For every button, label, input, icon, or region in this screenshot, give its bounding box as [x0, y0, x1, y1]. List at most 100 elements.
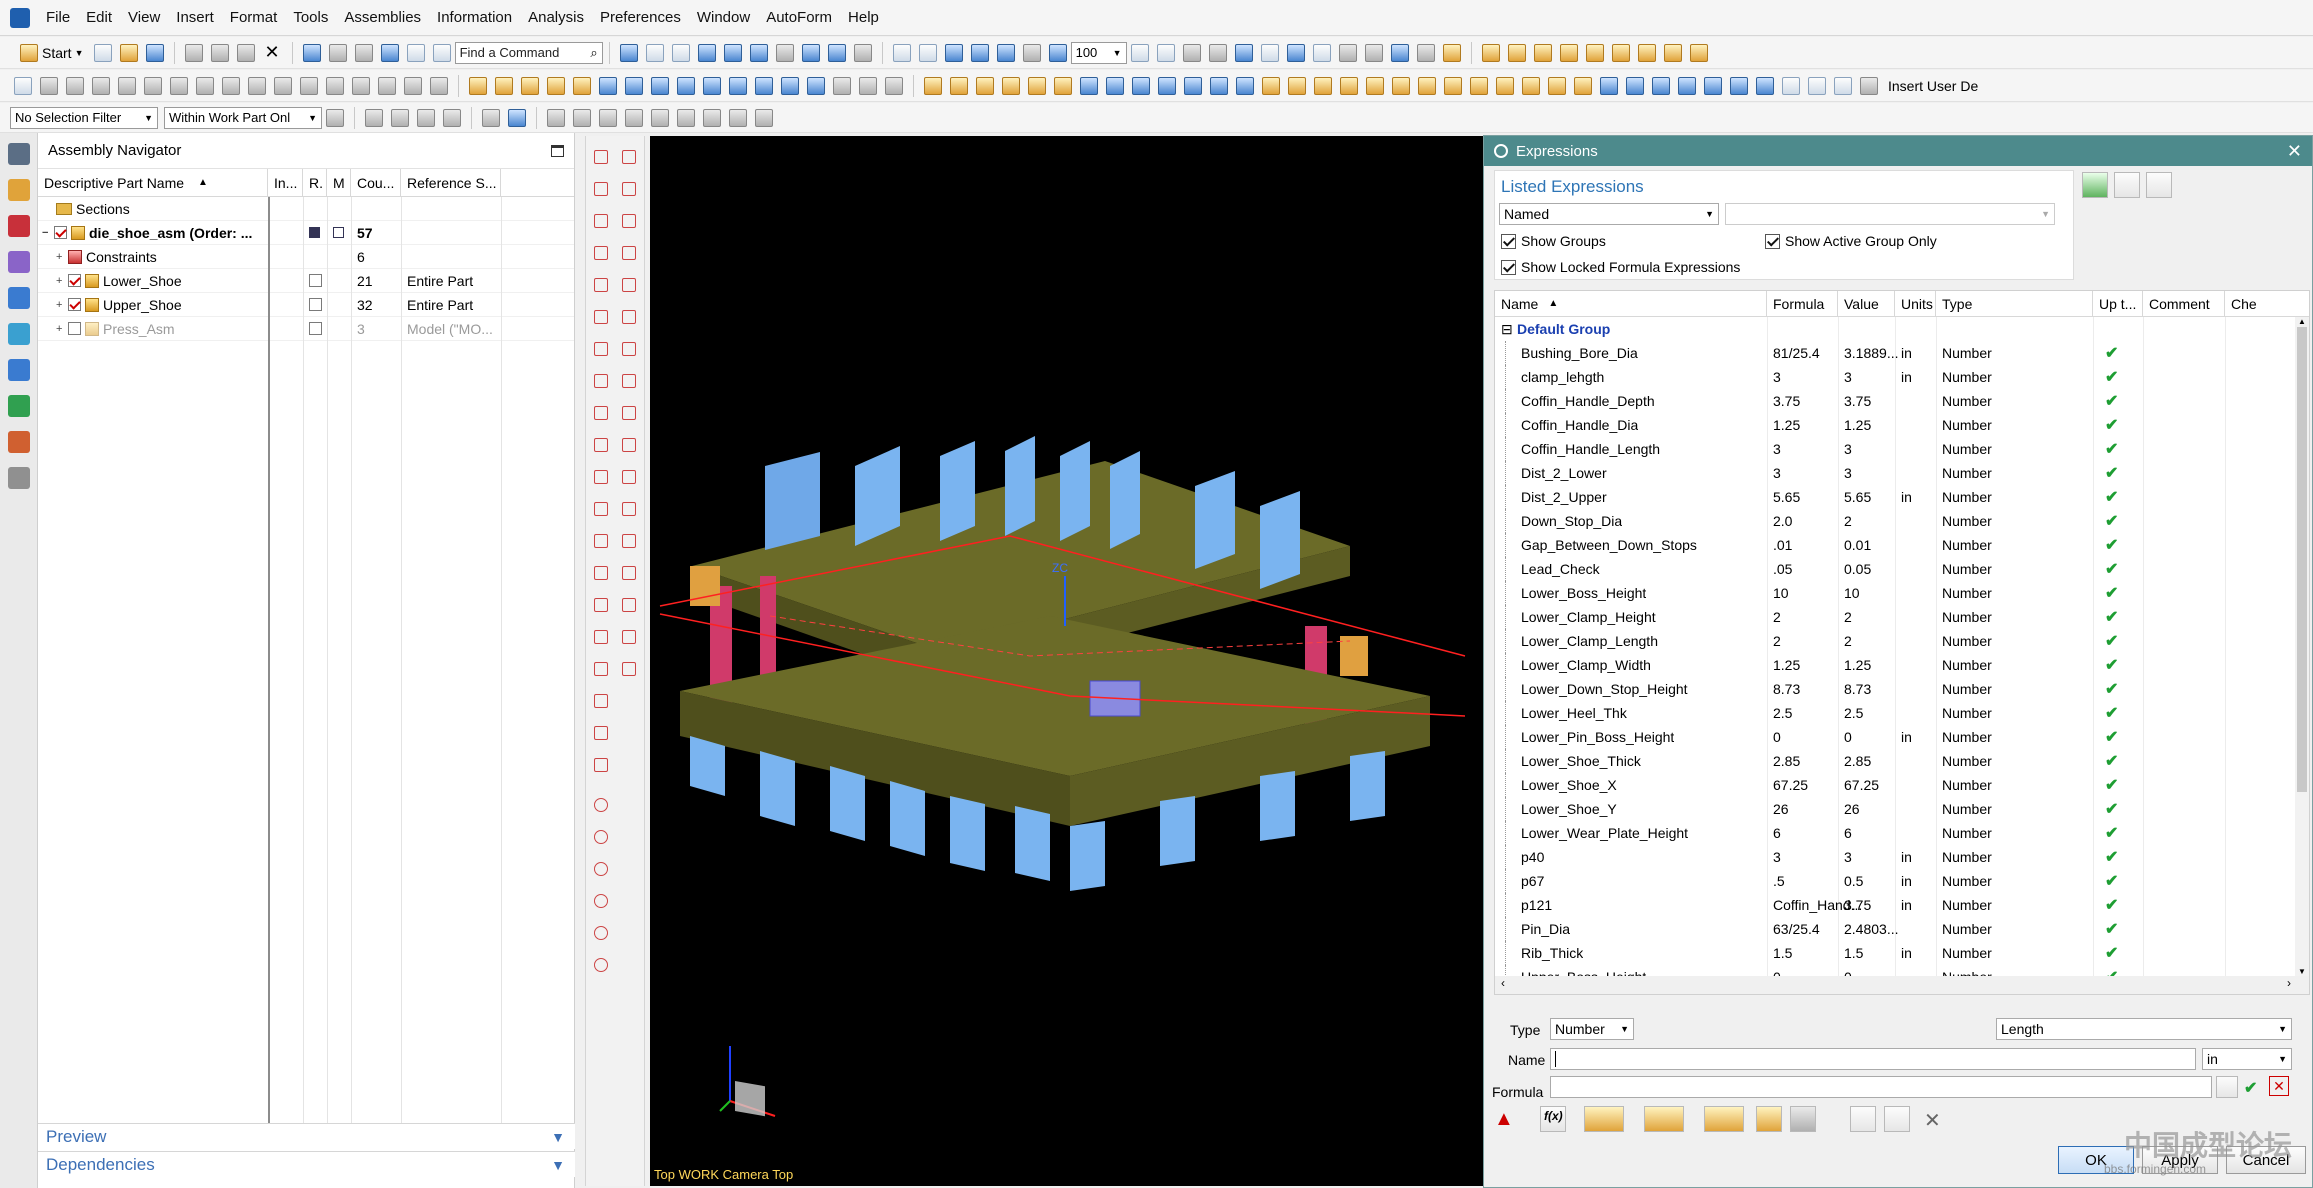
vtool-icon[interactable] [594, 566, 608, 580]
assembly-navigator-tab-icon[interactable] [8, 179, 30, 201]
export-expressions-icon[interactable] [2114, 172, 2140, 198]
column-header-read-only[interactable]: R. [303, 169, 327, 196]
vtool-icon[interactable] [594, 310, 608, 324]
select-features-icon[interactable] [391, 108, 409, 127]
assembly-icon-1[interactable] [1481, 43, 1500, 62]
edit-interpart-icon[interactable] [1884, 1106, 1910, 1132]
circle-icon[interactable] [118, 76, 136, 95]
expression-row[interactable]: Lower_Shoe_Thick 2.85 2.85 Number ✔ [1495, 749, 2295, 773]
constraint-icon[interactable] [196, 76, 214, 95]
menu-view[interactable]: View [128, 9, 160, 26]
section-view-icon[interactable] [827, 43, 846, 62]
collapse-up-icon[interactable]: ▲ [1494, 1108, 1514, 1131]
menu-format[interactable]: Format [230, 9, 278, 26]
reuse-library-tab-icon[interactable] [8, 287, 30, 309]
assembly-icon-7[interactable] [1637, 43, 1656, 62]
insert-user-defined-button[interactable]: Insert User De [1888, 78, 1978, 94]
navigator-row-lower-shoe[interactable]: + Lower_Shoe 21 Entire Part [38, 269, 574, 293]
vtool-icon[interactable] [594, 182, 608, 196]
menu-tools[interactable]: Tools [293, 9, 328, 26]
dimension-select[interactable]: Length ▼ [1996, 1018, 2292, 1040]
vtool-icon[interactable] [622, 374, 636, 388]
snap-point-on-curve-icon[interactable] [547, 108, 565, 127]
open-file-icon[interactable] [1756, 1106, 1782, 1132]
copy-display-icon[interactable] [406, 43, 425, 62]
show-groups-checkbox[interactable]: Show Groups [1501, 233, 1606, 249]
measure-angle-icon[interactable] [1364, 43, 1383, 62]
show-locked-formula-checkbox[interactable]: Show Locked Formula Expressions [1501, 259, 1740, 275]
expand-icon[interactable]: + [56, 251, 68, 263]
expression-row[interactable]: Lower_Wear_Plate_Height 6 6 Number ✔ [1495, 821, 2295, 845]
mirror-curve-icon[interactable] [274, 76, 292, 95]
tube-icon[interactable] [1366, 76, 1384, 95]
menu-edit[interactable]: Edit [86, 9, 112, 26]
menu-preferences[interactable]: Preferences [600, 9, 681, 26]
delete-icon[interactable]: ✕ [265, 42, 280, 63]
vtool-circle-icon[interactable] [594, 862, 608, 876]
vtool-icon[interactable] [594, 150, 608, 164]
studio-surface-icon[interactable] [1522, 76, 1540, 95]
sphere-icon[interactable] [1340, 76, 1358, 95]
swept-icon[interactable] [1444, 76, 1462, 95]
expression-row[interactable]: Lower_Clamp_Height 2 2 Number ✔ [1495, 605, 2295, 629]
vtool-icon[interactable] [622, 566, 636, 580]
expression-row[interactable]: Dist_2_Upper 5.65 5.65 in Number ✔ [1495, 485, 2295, 509]
unite-icon[interactable] [599, 76, 617, 95]
expression-row[interactable]: Lead_Check .05 0.05 Number ✔ [1495, 557, 2295, 581]
navigator-row-constraints[interactable]: + Constraints 6 [38, 245, 574, 269]
render-style-icon[interactable] [749, 43, 768, 62]
pattern-feature-icon[interactable] [924, 76, 942, 95]
expand-icon[interactable]: + [56, 323, 68, 335]
table-icon[interactable] [892, 43, 911, 62]
navigator-row-sections[interactable]: Sections [38, 197, 574, 221]
accept-edit-icon[interactable]: ✔ [2244, 1078, 2257, 1098]
through-curves-icon[interactable] [1470, 76, 1488, 95]
shell-icon[interactable] [781, 76, 799, 95]
repeat-command-icon[interactable] [354, 43, 373, 62]
process-studio-tab-icon[interactable] [8, 395, 30, 417]
spreadsheet-edit-icon[interactable] [2082, 172, 2108, 198]
zoom-level-select[interactable]: 100 ▼ [1070, 41, 1127, 64]
expression-row[interactable]: p121 Coffin_Hand... 3.75 in Number ✔ [1495, 893, 2295, 917]
vtool-icon[interactable] [622, 406, 636, 420]
system-scenes-tab-icon[interactable] [8, 467, 30, 489]
expression-row[interactable]: Lower_Pin_Boss_Height 0 0 in Number ✔ [1495, 725, 2295, 749]
measure-distance-icon[interactable] [1338, 43, 1357, 62]
menu-autoform[interactable]: AutoForm [766, 9, 832, 26]
rotate-icon[interactable] [697, 43, 716, 62]
horizontal-scrollbar[interactable]: ‹ › [1495, 976, 2309, 994]
replace-face-icon[interactable] [1028, 76, 1046, 95]
expression-row[interactable]: Lower_Shoe_Y 26 26 Number ✔ [1495, 797, 2295, 821]
vtool-icon[interactable] [622, 438, 636, 452]
subtract-icon[interactable] [625, 76, 643, 95]
expression-row[interactable]: Coffin_Handle_Length 3 3 Number ✔ [1495, 437, 2295, 461]
show-hide-icon[interactable] [1286, 43, 1305, 62]
dimension-icon[interactable] [404, 76, 422, 95]
group-row-default[interactable]: ⊟ Default Group [1495, 317, 2295, 341]
vtool-icon[interactable] [622, 502, 636, 516]
open-icon[interactable] [119, 43, 138, 62]
table-settings-icon[interactable] [1790, 1106, 1816, 1132]
menu-help[interactable]: Help [848, 9, 879, 26]
expression-row[interactable]: Lower_Down_Stop_Height 8.73 8.73 Number ✔ [1495, 677, 2295, 701]
assembly-icon-9[interactable] [1689, 43, 1708, 62]
import-expressions-icon[interactable] [2146, 172, 2172, 198]
reference-icon[interactable] [1644, 1106, 1684, 1132]
show-active-group-only-checkbox[interactable]: Show Active Group Only [1765, 233, 1937, 249]
snap-control-point-icon[interactable] [573, 108, 591, 127]
vtool-icon[interactable] [622, 310, 636, 324]
datum-plane-icon[interactable] [833, 76, 851, 95]
scrollbar-thumb[interactable] [2297, 327, 2307, 792]
copy-icon[interactable] [210, 43, 229, 62]
selection-scope-select[interactable]: Within Work Part Onl ▼ [164, 106, 322, 129]
pattern-curve-icon[interactable] [248, 76, 266, 95]
type-select[interactable]: Number ▼ [1550, 1018, 1634, 1040]
expression-row[interactable]: Gap_Between_Down_Stops .01 0.01 Number ✔ [1495, 533, 2295, 557]
preview-section[interactable]: Preview ▼ [38, 1123, 575, 1149]
cone-icon[interactable] [1314, 76, 1332, 95]
hide-icon[interactable] [1234, 43, 1253, 62]
variational-sweep-icon[interactable] [1418, 76, 1436, 95]
wcs-icon[interactable] [1416, 43, 1435, 62]
menu-analysis[interactable]: Analysis [528, 9, 584, 26]
spreadsheet-icon[interactable] [1782, 76, 1800, 95]
